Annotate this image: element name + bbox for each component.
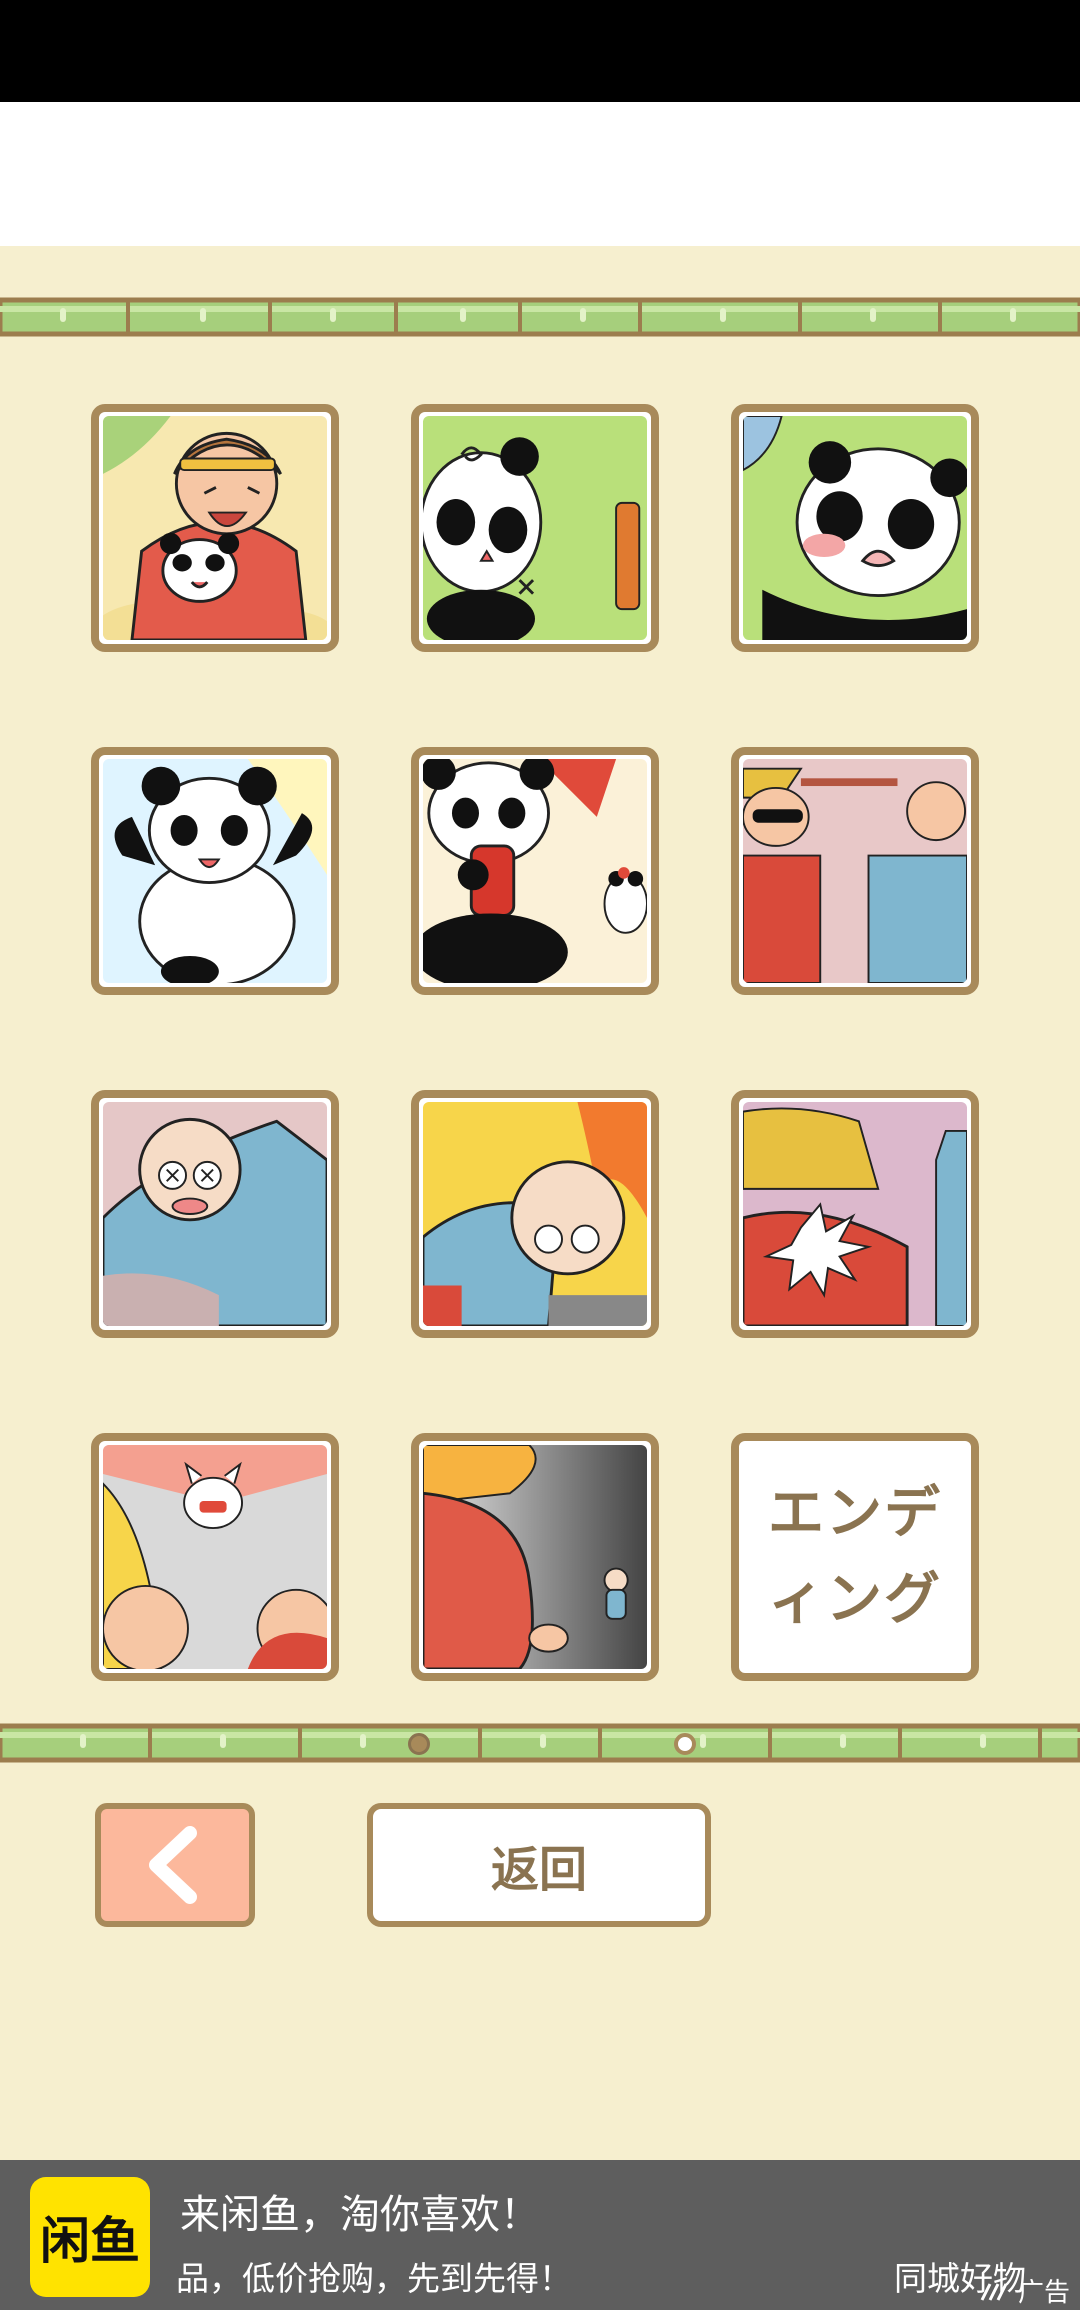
gallery-tile-6[interactable] [731, 747, 979, 995]
gallery-tile-9[interactable] [731, 1090, 979, 1338]
gallery-tile-4[interactable] [91, 747, 339, 995]
ad-logo: 闲鱼 [30, 2177, 150, 2297]
gallery-tile-2[interactable] [411, 404, 659, 652]
tile-image-worker-impact [743, 1102, 967, 1326]
ad-banner[interactable]: 闲鱼 来闲鱼，淘你喜欢！ 品，低价抢购，先到先得！ 同城好物 广告 [0, 2160, 1080, 2310]
tile-image-panda-crying [743, 416, 967, 640]
tile-image-panda-with-bomb [423, 759, 647, 983]
gallery-tile-11[interactable] [411, 1433, 659, 1681]
return-button[interactable]: 返回 [367, 1803, 711, 1927]
ending-label-line1: エンデ [768, 1481, 942, 1546]
gallery-tile-10[interactable] [91, 1433, 339, 1681]
tile-image-old-man-knocked-out [103, 1102, 327, 1326]
gallery-tile-7[interactable] [91, 1090, 339, 1338]
top-blank-area [0, 102, 1080, 246]
previous-page-button[interactable] [95, 1803, 255, 1927]
tile-image-workers-standoff [743, 759, 967, 983]
chevron-left-icon [149, 1826, 197, 1904]
ending-label-line2: ィング [768, 1567, 942, 1632]
tile-image-panda-happy [103, 759, 327, 983]
gallery-tile-ending[interactable]: エンデ ィング [731, 1433, 979, 1681]
ad-subline: 品，低价抢购，先到先得！ [176, 2259, 572, 2298]
gallery-tile-3[interactable] [731, 404, 979, 652]
ad-mark-icon [980, 2282, 1008, 2301]
tile-image-panda-dizzy [423, 416, 647, 640]
bamboo-rail-top [0, 294, 1080, 340]
ad-label: 广告 [980, 2272, 1070, 2309]
gallery-tile-5[interactable] [411, 747, 659, 995]
tile-image-cat-alarm [103, 1445, 327, 1669]
gallery-tile-8[interactable] [411, 1090, 659, 1338]
page-indicator-1[interactable] [408, 1733, 430, 1755]
tile-image-monkey-hugging-panda [103, 416, 327, 640]
gallery-tile-1[interactable] [91, 404, 339, 652]
tile-image-old-man-fire [423, 1102, 647, 1326]
ad-label-text: 广告 [1017, 2278, 1070, 2308]
page-indicator-2[interactable] [674, 1733, 696, 1755]
ad-headline: 来闲鱼，淘你喜欢！ [180, 2192, 540, 2238]
bamboo-rail-bottom [0, 1720, 1080, 1766]
status-bar [0, 0, 1080, 102]
tile-image-elevator-scene [423, 1445, 647, 1669]
ending-tile-label: エンデ ィング [739, 1441, 971, 1673]
